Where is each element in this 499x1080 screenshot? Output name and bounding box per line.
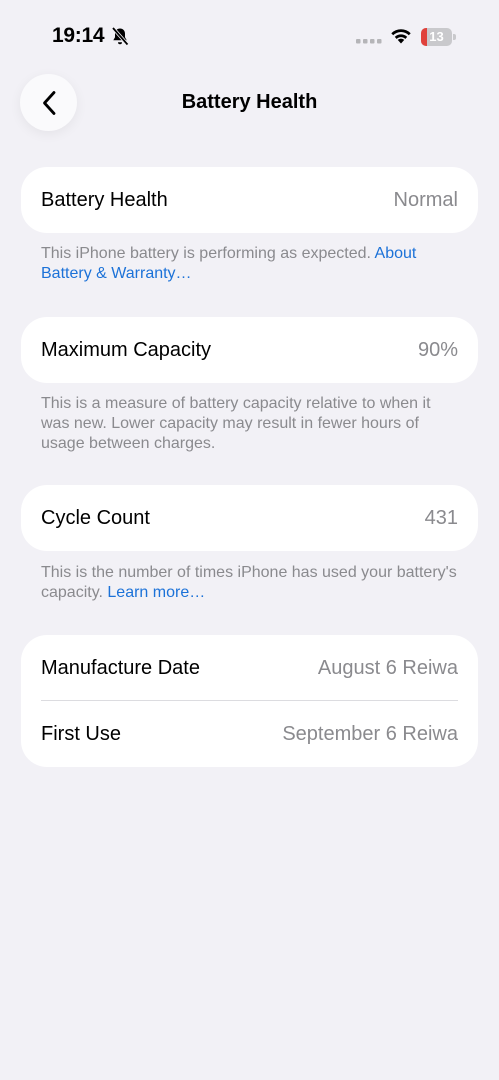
maximum-capacity-row: Maximum Capacity 90%: [21, 317, 478, 383]
maximum-capacity-footnote-text: This is a measure of battery capacity re…: [41, 395, 431, 452]
battery-level: 13: [429, 29, 444, 44]
first-use-row: First Use September 6 Reiwa: [21, 701, 478, 767]
battery-health-row: Battery Health Normal: [21, 167, 478, 233]
page-title: Battery Health: [181, 91, 318, 113]
bell-slash-icon: [111, 27, 129, 46]
cycle-count-footnote-text: This is the number of times iPhone has u…: [41, 564, 457, 601]
maximum-capacity-value: 90%: [417, 338, 458, 361]
cycle-count-card: Cycle Count 431: [21, 485, 478, 551]
battery-icon: 13: [421, 28, 457, 46]
battery-health-footnote: This iPhone battery is performing as exp…: [41, 244, 461, 284]
cycle-count-footnote: This is the number of times iPhone has u…: [41, 563, 461, 603]
battery-health-card: Battery Health Normal: [21, 167, 478, 233]
cellular-signal-icon: [356, 39, 382, 44]
maximum-capacity-label: Maximum Capacity: [41, 338, 212, 361]
learn-more-link[interactable]: Learn more…: [107, 584, 205, 601]
cycle-count-value: 431: [424, 506, 458, 529]
battery-health-label: Battery Health: [41, 188, 168, 211]
battery-health-value: Normal: [393, 188, 458, 211]
maximum-capacity-card: Maximum Capacity 90%: [21, 317, 478, 383]
cycle-count-row: Cycle Count 431: [21, 485, 478, 551]
status-time: 19:14: [52, 24, 105, 47]
battery-health-footnote-text: This iPhone battery is performing as exp…: [41, 245, 375, 262]
cycle-count-label: Cycle Count: [41, 506, 150, 529]
manufacture-date-value: August 6 Reiwa: [317, 656, 458, 679]
wifi-icon: [391, 29, 411, 44]
first-use-value: September 6 Reiwa: [282, 722, 458, 745]
manufacture-date-label: Manufacture Date: [41, 656, 200, 679]
maximum-capacity-footnote: This is a measure of battery capacity re…: [41, 394, 461, 454]
status-bar: 19:14 13: [0, 0, 499, 70]
dates-card: Manufacture Date August 6 Reiwa First Us…: [21, 635, 478, 767]
manufacture-date-row: Manufacture Date August 6 Reiwa: [21, 635, 478, 701]
first-use-label: First Use: [41, 722, 121, 745]
